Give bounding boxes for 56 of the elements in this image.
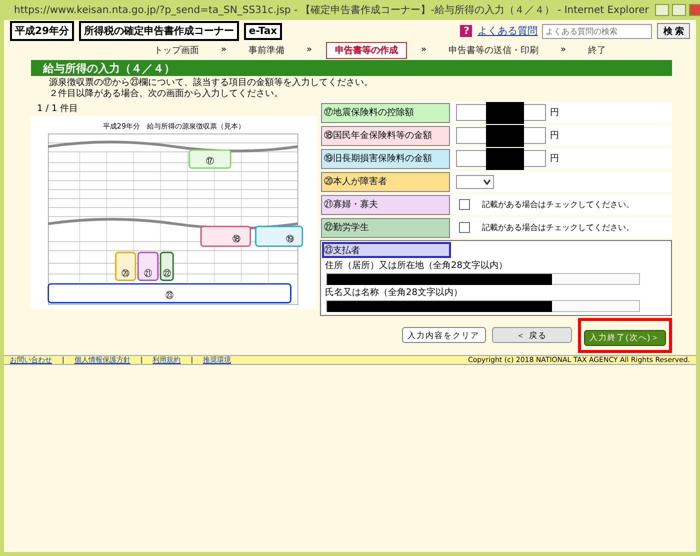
field-label: ⑰地震保険料の控除額 (321, 102, 450, 122)
maximize-icon[interactable] (672, 4, 686, 16)
clear-button[interactable]: 入力内容をクリア (402, 327, 486, 344)
unit-label: 円 (550, 107, 559, 119)
search-field[interactable]: よくある質問の検索 (542, 24, 652, 38)
amount-field[interactable] (456, 127, 546, 144)
header-badge: e-Tax (244, 22, 282, 40)
record-counter: 1 / 1 件目 (37, 102, 80, 116)
step-separator: » (306, 45, 312, 55)
slip-marker: ⑱ (232, 234, 240, 244)
slip-marker: ⑰ (206, 156, 214, 166)
checkbox[interactable] (459, 199, 470, 210)
field-label: 氏名又は名称（全角28文字以内） (325, 286, 464, 299)
section-heading: 給与所得の入力（４／４） (31, 60, 672, 76)
field-label: ㉓支払者 (322, 242, 451, 258)
slip-marker: ㉓ (166, 291, 174, 300)
check-hint: 記載がある場合はチェックしてください。 (482, 222, 634, 233)
slip-marker: ㉑ (144, 268, 152, 278)
checkbox[interactable] (459, 222, 470, 233)
step-tab[interactable]: 申告書等の送信・印刷 (440, 42, 547, 58)
header-badge: 所得税の確定申告書作成コーナー (78, 21, 239, 41)
step-tab[interactable]: トップ画面 (146, 42, 207, 58)
slip-marker: ⑲ (286, 234, 294, 244)
instruction-text: 源泉徴収票の⑰から㉓欄について、該当する項目の金額等を入力してください。 (49, 78, 374, 88)
instruction-text: ２件目以降がある場合、次の画面から入力してください。 (49, 89, 284, 100)
faq-link[interactable]: よくある質問 (477, 24, 538, 38)
field-label: ⑱国民年金保険料等の金額 (321, 126, 450, 146)
slip-title: 平成29年分 給与所得の源泉徴収票（見本） (102, 122, 246, 131)
field-label: ㉒勤労学生 (321, 218, 450, 238)
step-tab[interactable]: 事前準備 (240, 42, 292, 58)
field-label: ⑲旧長期損害保険料の金額 (321, 148, 450, 168)
check-hint: 記載がある場合はチェックしてください。 (482, 199, 634, 210)
help-icon: ? (460, 25, 472, 37)
address-field[interactable] (326, 273, 640, 285)
unit-label: 円 (550, 130, 559, 142)
slip-marker: ⑳ (122, 268, 130, 278)
step-separator: » (220, 45, 226, 55)
back-button[interactable]: ＜ 戻る (492, 327, 572, 344)
select-field[interactable] (456, 174, 494, 188)
field-label: ⑳本人が障害者 (321, 172, 450, 192)
amount-field[interactable] (456, 104, 546, 121)
step-tab[interactable]: 終了 (580, 42, 614, 58)
step-separator: » (421, 45, 427, 55)
slip-marker: ㉒ (162, 268, 171, 278)
unit-label: 円 (550, 153, 559, 165)
minimize-icon[interactable] (654, 4, 669, 16)
amount-field[interactable] (456, 150, 546, 167)
field-label: ㉑寡婦・寡夫 (321, 194, 450, 214)
header-badge: 平成29年分 (10, 21, 74, 41)
next-button[interactable]: 入力終了(次へ)＞ (584, 330, 666, 346)
step-separator: » (560, 45, 566, 55)
search-button[interactable]: 検 索 (657, 23, 690, 39)
field-label: 住所（居所）又は所在地（全角28文字以内） (325, 260, 508, 272)
window-title: https://www.keisan.nta.go.jp/?p_send=ta_SN_SS31c.jsp - 【確定申告書作成コーナー】-給与所得の入力（４／４） - Internet Explorer (14, 4, 649, 17)
name-field[interactable] (326, 300, 640, 312)
step-tab[interactable]: 申告書等の作成 (326, 42, 407, 58)
